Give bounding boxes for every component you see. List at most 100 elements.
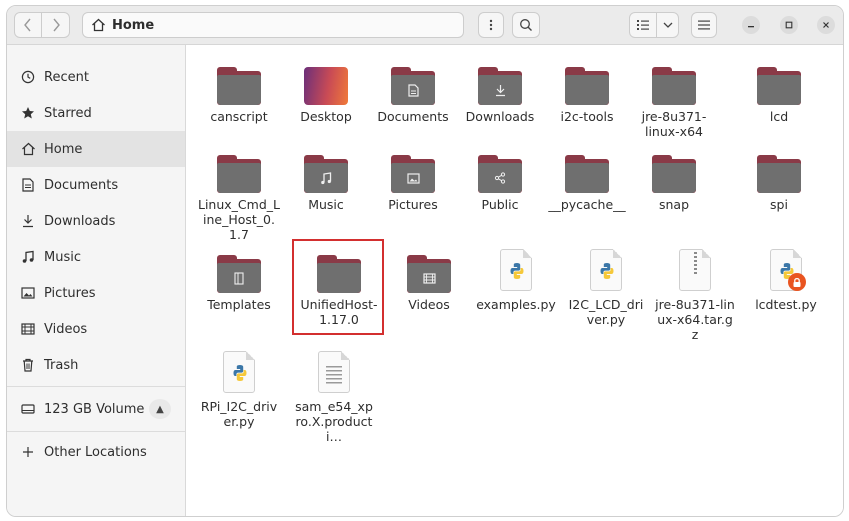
sidebar-item-other-locations[interactable]: Other Locations bbox=[7, 434, 185, 470]
sidebar-item-pictures[interactable]: Pictures bbox=[7, 275, 185, 311]
folder-icon bbox=[563, 149, 611, 193]
file-item-videos[interactable]: Videos bbox=[386, 249, 472, 312]
folder-icon bbox=[389, 61, 437, 105]
header-bar: Home bbox=[7, 6, 843, 45]
main-menu-button[interactable] bbox=[691, 12, 717, 38]
file-name: I2C_LCD_driver.py bbox=[568, 297, 644, 327]
file-item-jre-folder[interactable]: jre-8u371-linux-x64 bbox=[631, 61, 717, 139]
file-name: sam_e54_xpro.X.producti… bbox=[295, 399, 373, 444]
file-grid: canscript Desktop Documents Downloads i2… bbox=[186, 45, 843, 516]
file-name: lcdtest.py bbox=[755, 297, 817, 312]
lock-icon bbox=[788, 273, 806, 291]
close-icon bbox=[823, 22, 829, 28]
sidebar-item-starred[interactable]: Starred bbox=[7, 95, 185, 131]
file-item-lcd[interactable]: lcd bbox=[736, 61, 822, 124]
desktop-folder-icon bbox=[302, 61, 350, 105]
sidebar-item-label: 123 GB Volume bbox=[44, 401, 145, 417]
path-bar-label: Home bbox=[112, 17, 155, 33]
template-icon bbox=[229, 269, 249, 287]
search-button[interactable] bbox=[512, 12, 540, 38]
sidebar-item-trash[interactable]: Trash bbox=[7, 347, 185, 383]
python-file-icon bbox=[582, 249, 630, 293]
file-item-rpi-i2c-driver-py[interactable]: RPi_I2C_driver.py bbox=[196, 351, 282, 429]
star-icon bbox=[20, 105, 36, 121]
clock-icon bbox=[20, 69, 36, 85]
sidebar-item-label: Pictures bbox=[44, 285, 96, 301]
file-name: jre-8u371-linux-x64 bbox=[641, 109, 707, 139]
file-name: canscript bbox=[210, 109, 268, 124]
sidebar-item-recent[interactable]: Recent bbox=[7, 59, 185, 95]
file-item-desktop[interactable]: Desktop bbox=[283, 61, 369, 124]
file-name: Pictures bbox=[388, 197, 438, 212]
file-name: i2c-tools bbox=[560, 109, 614, 124]
file-item-jre-tar-gz[interactable]: jre-8u371-linux-x64.tar.gz bbox=[652, 249, 738, 342]
text-file-icon bbox=[310, 351, 358, 395]
list-view-button[interactable] bbox=[629, 12, 657, 38]
file-item-i2c-lcd-driver-py[interactable]: I2C_LCD_driver.py bbox=[563, 249, 649, 327]
path-menu-button[interactable] bbox=[478, 12, 504, 38]
sidebar-separator bbox=[7, 386, 185, 387]
sidebar: Recent Starred Home Documents Downloads … bbox=[7, 45, 186, 516]
file-item-music[interactable]: Music bbox=[283, 149, 369, 212]
forward-button[interactable] bbox=[42, 12, 70, 38]
music-icon bbox=[316, 169, 336, 187]
folder-icon bbox=[650, 61, 698, 105]
file-item-snap[interactable]: snap bbox=[631, 149, 717, 212]
sidebar-item-label: Videos bbox=[44, 321, 88, 337]
path-bar[interactable]: Home bbox=[82, 12, 464, 38]
hamburger-menu-icon bbox=[698, 20, 710, 30]
folder-icon bbox=[476, 149, 524, 193]
file-manager-window: Home Recent Starred Home Documents Downl… bbox=[6, 5, 844, 517]
sidebar-item-label: Trash bbox=[44, 357, 79, 373]
file-item-examples-py[interactable]: examples.py bbox=[473, 249, 559, 312]
file-item-pictures[interactable]: Pictures bbox=[370, 149, 456, 212]
sidebar-item-volume[interactable]: 123 GB Volume ▲ bbox=[7, 391, 185, 427]
sidebar-item-music[interactable]: Music bbox=[7, 239, 185, 275]
python-file-icon bbox=[215, 351, 263, 395]
plus-icon bbox=[20, 444, 36, 460]
minimize-button[interactable] bbox=[742, 16, 760, 34]
home-icon bbox=[92, 18, 105, 32]
file-item-canscript[interactable]: canscript bbox=[196, 61, 282, 124]
file-item-sam-e54-xpro[interactable]: sam_e54_xpro.X.producti… bbox=[291, 351, 377, 444]
archive-file-icon bbox=[671, 249, 719, 293]
file-item-downloads[interactable]: Downloads bbox=[457, 61, 543, 124]
file-name: lcd bbox=[769, 109, 789, 124]
file-name: __pycache__ bbox=[548, 197, 626, 212]
file-item-spi[interactable]: spi bbox=[736, 149, 822, 212]
share-icon bbox=[490, 169, 510, 187]
sidebar-item-label: Downloads bbox=[44, 213, 116, 229]
file-item-pycache[interactable]: __pycache__ bbox=[544, 149, 630, 212]
sidebar-item-videos[interactable]: Videos bbox=[7, 311, 185, 347]
file-item-lcdtest-py[interactable]: lcdtest.py bbox=[743, 249, 829, 312]
back-button[interactable] bbox=[14, 12, 42, 38]
home-icon bbox=[20, 141, 36, 157]
highlight-annotation-box bbox=[292, 239, 384, 335]
eject-icon: ▲ bbox=[156, 403, 164, 415]
close-button[interactable] bbox=[817, 16, 835, 34]
sidebar-item-label: Starred bbox=[44, 105, 92, 121]
file-name: Documents bbox=[377, 109, 449, 124]
sidebar-item-home[interactable]: Home bbox=[7, 131, 185, 167]
sidebar-item-downloads[interactable]: Downloads bbox=[7, 203, 185, 239]
sidebar-item-label: Documents bbox=[44, 177, 119, 193]
file-item-i2c-tools[interactable]: i2c-tools bbox=[544, 61, 630, 124]
file-item-templates[interactable]: Templates bbox=[196, 249, 282, 312]
folder-icon bbox=[755, 61, 803, 105]
file-item-documents[interactable]: Documents bbox=[370, 61, 456, 124]
trash-icon bbox=[20, 357, 36, 373]
view-options-button[interactable] bbox=[657, 12, 679, 38]
file-item-linux-cmd-line-host[interactable]: Linux_Cmd_Line_Host_0.1.7 bbox=[196, 149, 282, 242]
sidebar-item-documents[interactable]: Documents bbox=[7, 167, 185, 203]
file-name: Downloads bbox=[465, 109, 535, 124]
maximize-button[interactable] bbox=[780, 16, 798, 34]
folder-icon bbox=[302, 149, 350, 193]
eject-button[interactable]: ▲ bbox=[149, 399, 171, 419]
drive-icon bbox=[20, 401, 36, 417]
file-name: snap bbox=[658, 197, 690, 212]
minimize-icon bbox=[748, 26, 754, 28]
download-icon bbox=[490, 81, 510, 99]
file-item-public[interactable]: Public bbox=[457, 149, 543, 212]
search-icon bbox=[520, 19, 532, 31]
sidebar-item-label: Recent bbox=[44, 69, 89, 85]
